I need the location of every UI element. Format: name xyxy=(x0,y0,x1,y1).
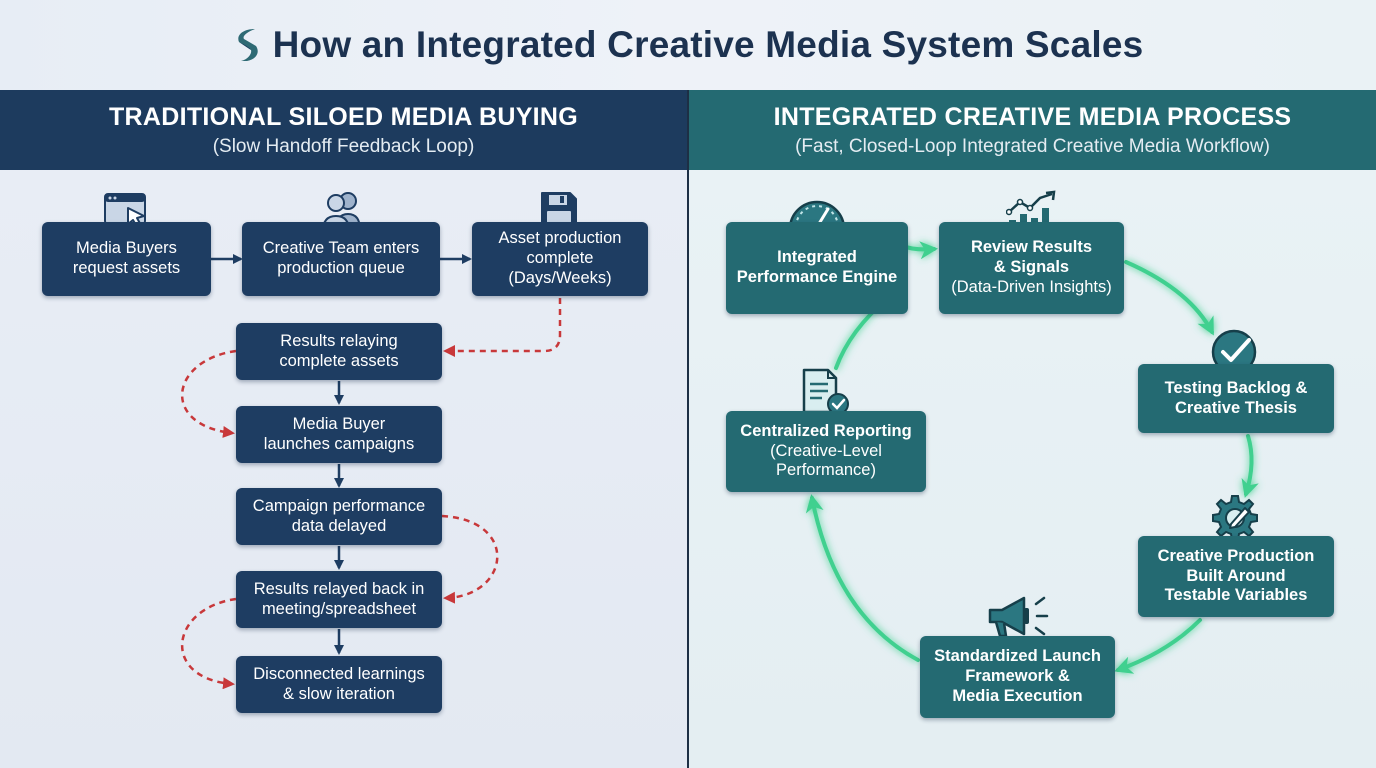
megaphone-icon xyxy=(988,596,1049,638)
node-standardized-launch: Standardized Launch Framework & Media Ex… xyxy=(920,636,1115,718)
node-line: Performance) xyxy=(776,461,876,480)
node-line: Creative Production xyxy=(1157,546,1315,565)
panel-divider xyxy=(687,90,689,768)
node-centralized-reporting: Centralized Reporting (Creative-Level Pe… xyxy=(726,411,926,492)
step-line: Disconnected learnings xyxy=(253,664,425,683)
gear-pencil-icon xyxy=(1212,495,1258,541)
node-line: Framework & xyxy=(965,667,1070,686)
step-disconnected-learnings: Disconnected learnings & slow iteration xyxy=(236,656,442,713)
step-line: Results relayed back in xyxy=(253,579,425,598)
step-performance-data-delayed: Campaign performance data delayed xyxy=(236,488,442,545)
header: How an Integrated Creative Media System … xyxy=(0,0,1376,90)
step-results-relayed-back: Results relayed back in meeting/spreadsh… xyxy=(236,571,442,628)
step-results-relaying: Results relaying complete assets xyxy=(236,323,442,380)
node-line: Integrated xyxy=(777,248,857,267)
node-line: Media Execution xyxy=(952,686,1083,705)
step-line: Media Buyers xyxy=(76,239,177,258)
step-line: launches campaigns xyxy=(263,434,415,453)
step-line: Asset production xyxy=(498,229,622,248)
node-line: Performance Engine xyxy=(736,268,898,286)
node-line: (Data-Driven Insights) xyxy=(951,277,1112,296)
node-integrated-performance-engine: Integrated Performance Engine xyxy=(726,222,908,314)
node-line: & Signals xyxy=(993,258,1070,277)
step-line: Campaign performance xyxy=(252,496,426,515)
step-line: complete assets xyxy=(279,351,399,370)
step-line: meeting/spreadsheet xyxy=(261,599,417,618)
node-line: Standardized Launch xyxy=(934,647,1101,666)
node-line: (Creative-Level xyxy=(770,441,882,460)
node-line: Review Results xyxy=(970,238,1093,257)
node-line: Testable Variables xyxy=(1164,586,1308,605)
node-line: Centralized Reporting xyxy=(740,421,912,440)
step-line: (Days/Weeks) xyxy=(508,268,612,287)
document-check-icon xyxy=(802,368,849,415)
step-line: data delayed xyxy=(291,516,387,535)
node-testing-backlog: Testing Backlog & Creative Thesis xyxy=(1138,364,1334,433)
node-line: Built Around xyxy=(1186,566,1286,585)
step-line: production queue xyxy=(277,259,405,277)
step-media-buyers-request: Media Buyers request assets xyxy=(42,222,211,296)
right-panel-subtitle: (Fast, Closed-Loop Integrated Creative M… xyxy=(795,135,1270,157)
right-panel-title: INTEGRATED CREATIVE MEDIA PROCESS xyxy=(773,102,1292,131)
right-panel-header: INTEGRATED CREATIVE MEDIA PROCESS (Fast,… xyxy=(689,90,1376,170)
left-panel-header: TRADITIONAL SILOED MEDIA BUYING (Slow Ha… xyxy=(0,90,687,170)
node-line: Testing Backlog & xyxy=(1164,378,1308,397)
page-title: How an Integrated Creative Media System … xyxy=(272,24,1144,65)
step-asset-production-complete: Asset production complete (Days/Weeks) xyxy=(472,222,648,296)
step-line: request assets xyxy=(72,259,181,277)
left-panel-subtitle: (Slow Handoff Feedback Loop) xyxy=(212,135,475,157)
step-line: Creative Team enters xyxy=(262,239,420,258)
node-creative-production: Creative Production Built Around Testabl… xyxy=(1138,536,1334,617)
left-panel-title: TRADITIONAL SILOED MEDIA BUYING xyxy=(108,102,579,131)
node-line: Creative Thesis xyxy=(1175,398,1297,417)
step-line: complete xyxy=(526,249,594,268)
node-review-results: Review Results & Signals (Data-Driven In… xyxy=(939,222,1124,314)
step-line: Results relaying xyxy=(280,331,398,350)
step-creative-team-queue: Creative Team enters production queue xyxy=(242,222,440,296)
step-media-buyer-launches: Media Buyer launches campaigns xyxy=(236,406,442,463)
step-line: Media Buyer xyxy=(292,414,386,433)
step-line: & slow iteration xyxy=(283,684,395,703)
s-logo-icon xyxy=(237,29,258,61)
